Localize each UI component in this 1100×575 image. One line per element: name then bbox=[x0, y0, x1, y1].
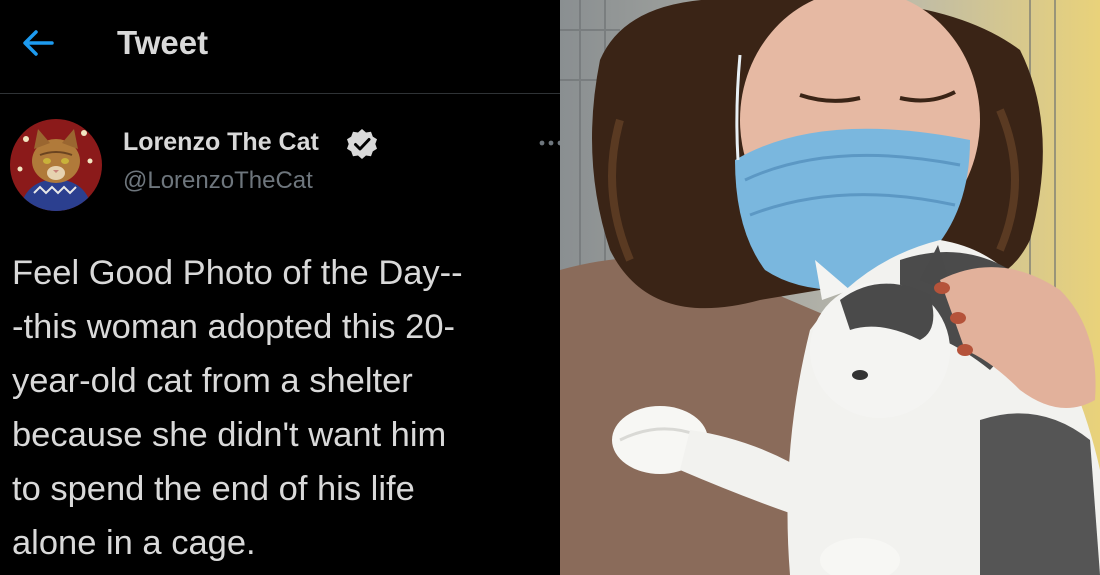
cat-avatar-icon bbox=[10, 119, 102, 211]
verified-badge-icon bbox=[347, 129, 377, 159]
tweet-text: Feel Good Photo of the Day-- -this woman… bbox=[12, 254, 463, 562]
page-title: Tweet bbox=[117, 24, 209, 61]
tweet-pane: Tweet Lorenzo The Cat @LorenzoTheCat Fee… bbox=[0, 0, 560, 575]
author-handle[interactable]: @LorenzoTheCat bbox=[123, 167, 313, 195]
more-options-icon[interactable] bbox=[536, 133, 560, 153]
tweet-photo[interactable] bbox=[560, 0, 1100, 575]
woman-holding-cat-photo bbox=[560, 0, 1100, 575]
tweet-header: Tweet bbox=[0, 0, 560, 94]
author-display-name[interactable]: Lorenzo The Cat bbox=[123, 128, 319, 157]
back-arrow-icon[interactable] bbox=[18, 26, 58, 60]
avatar[interactable] bbox=[10, 119, 102, 211]
